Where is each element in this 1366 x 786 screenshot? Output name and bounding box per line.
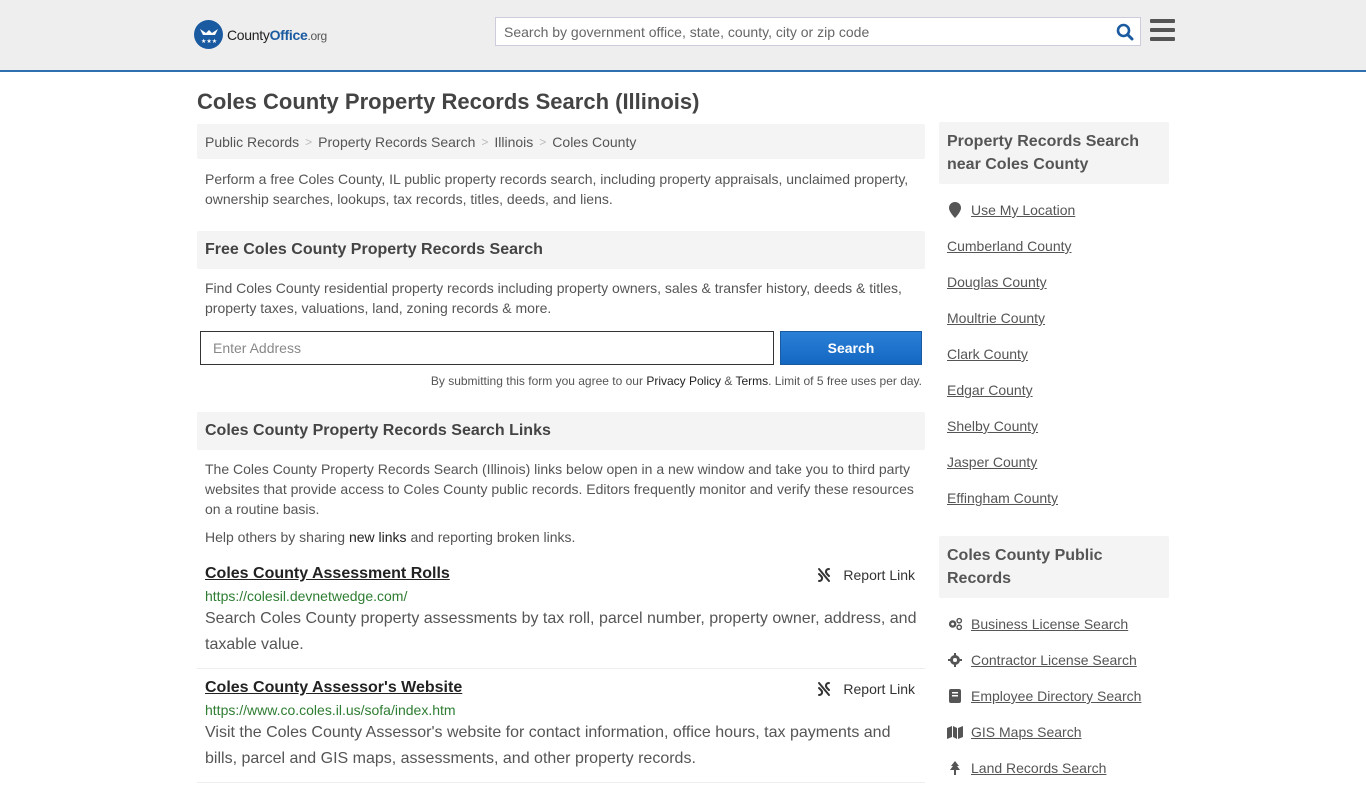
nearby-county-link[interactable]: Shelby County [947,418,1038,434]
public-record-item: Contractor License Search [947,642,1161,678]
terms-link[interactable]: Terms [735,374,768,388]
report-link-button[interactable]: Report Link [816,681,915,697]
public-record-item: GIS Maps Search [947,714,1161,750]
public-record-link[interactable]: Contractor License Search [971,652,1137,668]
link-item: Coles County Assessment Rolls Report Lin… [197,555,925,669]
nearby-county-link[interactable]: Douglas County [947,274,1047,290]
report-link-label: Report Link [843,567,915,583]
public-record-link[interactable]: GIS Maps Search [971,724,1082,740]
terms-suffix: . Limit of 5 free uses per day. [768,374,922,388]
nearby-county-item: Clark County [947,336,1161,372]
terms-amp: & [721,374,736,388]
nearby-county-item: Moultrie County [947,300,1161,336]
use-location-item: Use My Location [947,192,1161,228]
page-title: Coles County Property Records Search (Il… [197,89,700,114]
nearby-county-item: Shelby County [947,408,1161,444]
intro-text: Perform a free Coles County, IL public p… [205,171,909,207]
svg-text:★★★: ★★★ [201,38,217,45]
link-description: Visit the Coles County Assessor's websit… [205,724,891,767]
site-search-input[interactable] [496,18,1110,45]
site-logo[interactable]: ★★★ CountyOffice.org [194,20,327,49]
site-search [495,17,1141,46]
nearby-heading: Property Records Search near Coles Count… [939,122,1169,184]
free-search-description: Find Coles County residential property r… [205,280,902,316]
link-description: Search Coles County property assessments… [205,610,917,653]
cogs-icon [947,617,963,631]
free-search-heading: Free Coles County Property Records Searc… [197,231,925,269]
public-record-link[interactable]: Employee Directory Search [971,688,1141,704]
nearby-county-link[interactable]: Jasper County [947,454,1037,470]
report-link-label: Report Link [843,681,915,697]
broken-link-icon [818,568,831,582]
nearby-county-link[interactable]: Edgar County [947,382,1033,398]
use-my-location-link[interactable]: Use My Location [971,202,1075,218]
sidebar: Property Records Search near Coles Count… [939,122,1169,786]
search-button[interactable]: Search [780,331,922,365]
search-icon[interactable] [1110,18,1140,45]
public-record-link[interactable]: Land Records Search [971,760,1106,776]
link-title[interactable]: Coles County Assessor's Website [205,679,462,697]
nearby-county-item: Edgar County [947,372,1161,408]
nearby-county-item: Cumberland County [947,228,1161,264]
terms-prefix: By submitting this form you agree to our [430,374,647,388]
public-records-heading: Coles County Public Records [939,536,1169,598]
nearby-county-link[interactable]: Cumberland County [947,238,1072,254]
nearby-county-link[interactable]: Effingham County [947,490,1058,506]
link-item: Coles County Assessor's Website Report L… [197,669,925,783]
address-search-form: Search [197,331,925,365]
nearby-county-item: Jasper County [947,444,1161,480]
map-marker-icon [947,202,963,218]
breadcrumb: Public Records > Property Records Search… [197,124,925,159]
logo-text: CountyOffice.org [227,26,327,43]
nearby-county-item: Douglas County [947,264,1161,300]
breadcrumb-coles-county[interactable]: Coles County [552,134,636,150]
public-record-link[interactable]: Business License Search [971,616,1128,632]
breadcrumb-illinois[interactable]: Illinois [494,134,533,150]
hamburger-menu-icon[interactable] [1150,19,1175,41]
site-header: ★★★ CountyOffice.org [0,0,1366,72]
public-records-list: Business License Search Contractor Licen… [939,598,1169,786]
book-icon [947,689,963,703]
breadcrumb-separator: > [539,134,547,149]
link-title[interactable]: Coles County Assessment Rolls [205,565,450,583]
report-link-button[interactable]: Report Link [816,567,915,583]
breadcrumb-separator: > [481,134,489,149]
terms-notice: By submitting this form you agree to our… [197,374,925,394]
map-icon [947,725,963,739]
links-description: The Coles County Property Records Search… [205,461,914,517]
main-content: Coles County Property Records Search (Il… [197,72,925,783]
nearby-county-item: Effingham County [947,480,1161,516]
help-prefix: Help others by sharing [205,529,349,545]
help-suffix: and reporting broken links. [406,529,576,545]
link-url: https://www.co.coles.il.us/sofa/index.ht… [205,702,456,718]
nearby-county-link[interactable]: Moultrie County [947,310,1045,326]
breadcrumb-separator: > [305,134,313,149]
broken-link-icon [818,682,831,696]
nearby-list: Use My Location Cumberland County Dougla… [939,184,1169,516]
public-record-item: Business License Search [947,606,1161,642]
link-url: https://colesil.devnetwedge.com/ [205,588,408,604]
privacy-policy-link[interactable]: Privacy Policy [646,374,721,388]
public-record-item: Employee Directory Search [947,678,1161,714]
new-links-link[interactable]: new links [349,529,407,545]
eagle-logo-icon: ★★★ [194,20,223,49]
help-text: Help others by sharing new links and rep… [197,519,925,545]
links-heading: Coles County Property Records Search Lin… [197,412,925,450]
gear-icon [947,653,963,667]
address-input[interactable] [200,331,774,365]
public-record-item: Land Records Search [947,750,1161,786]
breadcrumb-property-records-search[interactable]: Property Records Search [318,134,475,150]
tree-icon [947,761,963,775]
breadcrumb-public-records[interactable]: Public Records [205,134,299,150]
nearby-county-link[interactable]: Clark County [947,346,1028,362]
